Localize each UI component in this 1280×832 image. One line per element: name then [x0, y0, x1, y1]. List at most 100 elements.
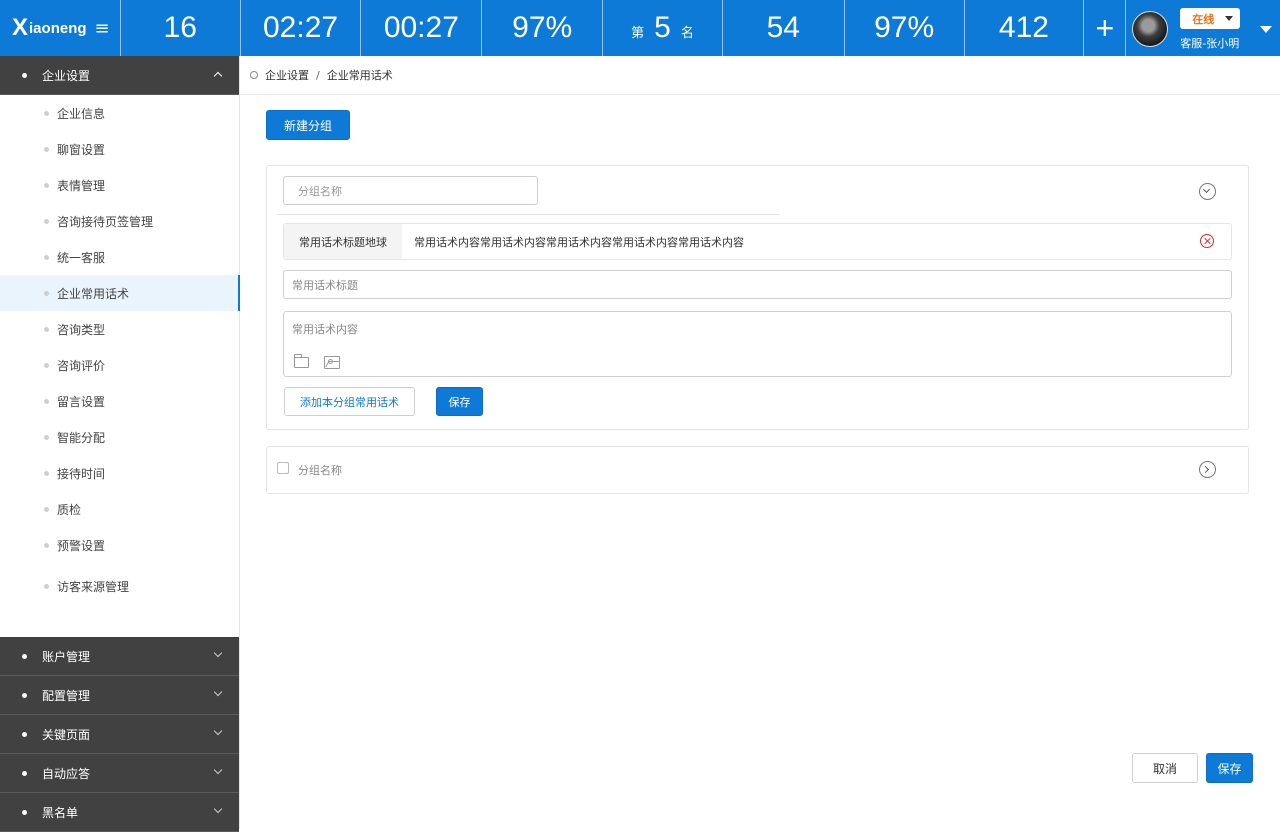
user-name: 客服-张小明 — [1180, 37, 1240, 50]
sidebar-item[interactable]: 接待时间 — [0, 455, 239, 491]
sidebar-item[interactable]: 咨询接待页签管理 — [0, 203, 239, 239]
bullet-icon — [22, 692, 27, 698]
user-panel: 在线 客服-张小明 — [1125, 0, 1280, 56]
chevron-down-icon — [213, 648, 223, 658]
bullet-icon — [44, 542, 49, 548]
sidebar-item-label: 聊窗设置 — [57, 142, 106, 157]
sidebar-section-account[interactable]: 账户管理 — [0, 637, 239, 676]
group-save-button[interactable]: 保存 — [436, 387, 483, 416]
content-placeholder: 常用话术内容 — [292, 323, 358, 336]
stat-6: 54 — [721, 0, 844, 56]
bullet-icon — [44, 110, 49, 116]
logo-mark: X — [12, 14, 29, 41]
sidebar-item[interactable]: 表情管理 — [0, 167, 239, 203]
sidebar-item[interactable]: 质检 — [0, 491, 239, 527]
section-label: 黑名单 — [42, 805, 79, 820]
avatar[interactable] — [1132, 11, 1169, 47]
expand-toggle-icon[interactable] — [1199, 461, 1216, 478]
logo: X iaoneng ≡ — [0, 0, 120, 56]
sidebar-section-key-pages[interactable]: 关键页面 — [0, 715, 239, 754]
new-group-button[interactable]: 新建分组 — [266, 110, 350, 140]
bullet-icon — [22, 809, 27, 815]
sidebar-item[interactable]: 访客来源管理 — [0, 568, 239, 604]
rank-prefix: 第 — [631, 24, 645, 40]
sidebar: 企业设置 企业信息 聊窗设置 表情管理 咨询接待页签管理 统一客服 企业常用话术… — [0, 56, 240, 832]
folder-icon[interactable] — [294, 354, 309, 368]
phrase-content: 常用话术内容常用话术内容常用话术内容常用话术内容常用话术内容 — [414, 235, 744, 249]
plus-icon[interactable]: + — [1083, 0, 1125, 56]
sidebar-item[interactable]: 智能分配 — [0, 419, 239, 455]
stat-1: 16 — [119, 0, 240, 56]
sidebar-item-label: 企业信息 — [57, 106, 106, 121]
sidebar-item-label: 咨询评价 — [57, 358, 106, 373]
home-icon — [250, 71, 258, 79]
delete-icon[interactable] — [1200, 234, 1214, 248]
collapse-toggle-icon[interactable] — [1199, 183, 1216, 200]
sidebar-item[interactable]: 留言设置 — [0, 383, 239, 419]
sidebar-sub-list: 企业信息 聊窗设置 表情管理 咨询接待页签管理 统一客服 企业常用话术 咨询类型… — [0, 95, 240, 637]
phrase-content-textarea[interactable]: 常用话术内容 — [283, 311, 1232, 377]
status-label: 在线 — [1192, 12, 1215, 26]
sidebar-item-label: 预警设置 — [57, 538, 106, 553]
rank-value: 5 — [654, 11, 671, 44]
bullet-icon — [44, 146, 49, 152]
bullet-icon — [22, 731, 27, 737]
stat-3: 00:27 — [360, 0, 481, 56]
status-dropdown[interactable]: 在线 — [1180, 8, 1241, 29]
group-name-input[interactable]: 分组名称 — [283, 176, 538, 205]
group-name-label: 分组名称 — [298, 464, 342, 477]
bullet-icon — [22, 770, 27, 776]
bullet-icon — [44, 254, 49, 260]
sidebar-item[interactable]: 聊窗设置 — [0, 131, 239, 167]
bullet-icon — [44, 470, 49, 476]
sidebar-section-enterprise-settings[interactable]: 企业设置 — [0, 56, 239, 95]
sidebar-item-label: 访客来源管理 — [57, 579, 130, 594]
sidebar-item[interactable]: 企业信息 — [0, 95, 239, 131]
bullet-icon — [44, 583, 49, 589]
bullet-icon — [44, 506, 49, 512]
bullet-icon — [44, 434, 49, 440]
phrase-title: 常用话术标题地球 — [284, 224, 402, 259]
hamburger-icon[interactable]: ≡ — [95, 18, 110, 39]
breadcrumb-root[interactable]: 企业设置 — [265, 67, 309, 83]
sidebar-item[interactable]: 咨询类型 — [0, 311, 239, 347]
sidebar-item-label: 咨询接待页签管理 — [57, 214, 154, 229]
bullet-icon — [22, 72, 27, 78]
section-label: 企业设置 — [42, 68, 91, 83]
sidebar-item-label: 咨询类型 — [57, 322, 106, 337]
phrase-title-input[interactable]: 常用话术标题 — [283, 270, 1232, 299]
user-menu-caret-icon[interactable] — [1260, 26, 1273, 33]
sidebar-section-auto-reply[interactable]: 自动应答 — [0, 754, 239, 793]
bullet-icon — [44, 326, 49, 332]
section-label: 账户管理 — [42, 649, 91, 664]
image-icon[interactable] — [324, 356, 340, 369]
phrase-row: 常用话术标题地球 常用话术内容常用话术内容常用话术内容常用话术内容常用话术内容 — [283, 223, 1232, 260]
bullet-icon — [44, 218, 49, 224]
breadcrumb-current: 企业常用话术 — [326, 69, 393, 82]
sidebar-item-label: 表情管理 — [57, 178, 106, 193]
sidebar-item[interactable]: 统一客服 — [0, 239, 239, 275]
breadcrumb: 企业设置 / 企业常用话术 — [241, 56, 1280, 95]
section-label: 关键页面 — [42, 727, 91, 742]
sidebar-section-blacklist[interactable]: 黑名单 — [0, 793, 239, 832]
group-panel-expanded: 分组名称 常用话术标题地球 常用话术内容常用话术内容常用话术内容常用话术内容常用… — [266, 165, 1249, 430]
add-phrase-button[interactable]: 添加本分组常用话术 — [284, 387, 415, 416]
group-checkbox[interactable] — [277, 462, 289, 474]
section-label: 自动应答 — [42, 766, 91, 781]
section-label: 配置管理 — [42, 688, 91, 703]
chevron-up-icon — [213, 71, 223, 81]
divider — [277, 214, 780, 215]
bullet-icon — [22, 653, 27, 659]
chevron-down-icon — [213, 765, 223, 775]
sidebar-item-label: 智能分配 — [57, 430, 106, 445]
sidebar-item-active[interactable]: 企业常用话术 — [0, 275, 240, 311]
top-bar: X iaoneng ≡ 16 02:27 00:27 97% 第 5 名 54 … — [0, 0, 1280, 56]
rank-suffix: 名 — [680, 24, 694, 40]
cancel-button[interactable]: 取消 — [1132, 753, 1198, 783]
sidebar-section-config[interactable]: 配置管理 — [0, 676, 239, 715]
sidebar-item-label: 质检 — [57, 502, 82, 517]
sidebar-item[interactable]: 预警设置 — [0, 527, 239, 563]
save-button[interactable]: 保存 — [1206, 753, 1253, 783]
sidebar-item-label: 企业常用话术 — [57, 286, 130, 301]
sidebar-item[interactable]: 咨询评价 — [0, 347, 239, 383]
